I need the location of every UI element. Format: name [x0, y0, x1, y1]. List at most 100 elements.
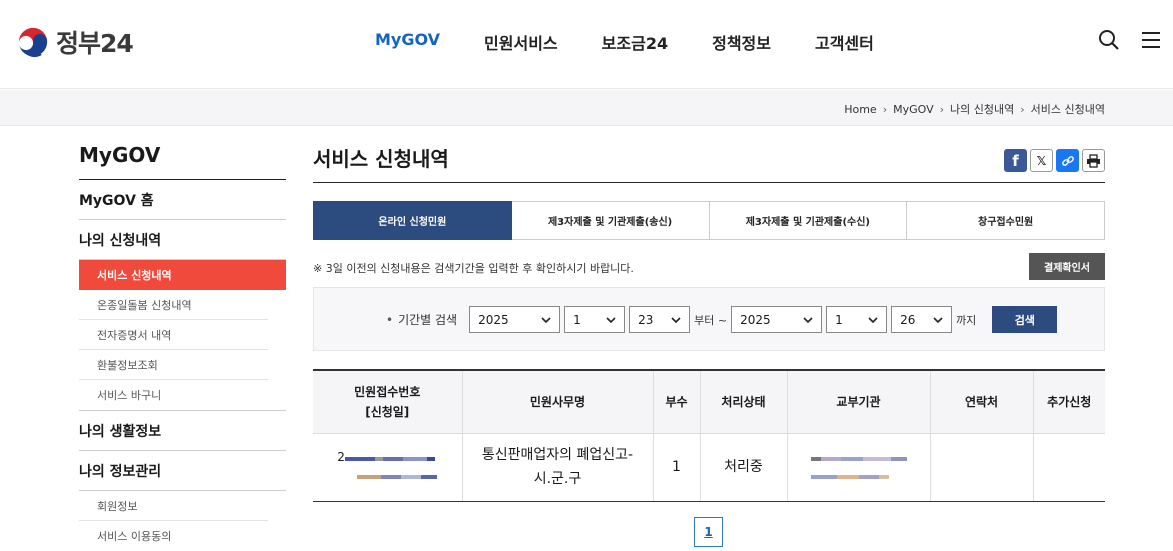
tab-third-party-received[interactable]: 제3자제출 및 기관제출(수신): [709, 201, 908, 240]
col-header-service-name: 민원사무명: [461, 369, 653, 434]
tab-online-applications[interactable]: 온라인 신청민원: [313, 201, 512, 240]
table-header-row: 민원접수번호 [신청일] 민원사무명 부수 처리상태 교부기관 연락처 추가신청: [313, 369, 1105, 434]
sidebar-subitem-service-consent[interactable]: 서비스 이용동의: [79, 521, 268, 551]
tab-bar: 온라인 신청민원 제3자제출 및 기관제출(송신) 제3자제출 및 기관제출(수…: [313, 201, 1105, 240]
chevron-down-icon: [606, 316, 616, 323]
sidebar-subitem-service-basket[interactable]: 서비스 바구니: [79, 380, 268, 410]
sidebar: MyGOV MyGOV 홈 나의 신청내역 서비스 신청내역 온종일돌봄 신청내…: [79, 143, 286, 551]
notice-text: ※ 3일 이전의 신청내용은 검색기간을 입력한 후 확인하시기 바랍니다.: [313, 262, 634, 275]
page-title: 서비스 신청내역: [313, 143, 1105, 183]
link-glyph: [1061, 155, 1074, 166]
chevron-down-icon: [803, 316, 813, 323]
redacted-agency: [810, 448, 907, 484]
breadcrumb: Home › MyGOV › 나의 신청내역 › 서비스 신청내역: [844, 101, 1105, 117]
cell-copies: 1: [652, 433, 700, 502]
from-day-value: 23: [638, 312, 654, 327]
sidebar-item-my-applications[interactable]: 나의 신청내역: [79, 220, 286, 260]
menu-icon[interactable]: [1139, 28, 1163, 52]
sidebar-item-mygov-home[interactable]: MyGOV 홈: [79, 180, 286, 220]
search-icon[interactable]: [1097, 28, 1121, 52]
facebook-icon[interactable]: f: [1004, 149, 1027, 172]
from-suffix: 부터 ~: [694, 313, 728, 327]
col-header-receipt-line1: 민원접수번호: [354, 384, 421, 399]
sidebar-subitem-member-info[interactable]: 회원정보: [79, 491, 268, 521]
nav-mygov[interactable]: MyGOV: [375, 30, 440, 54]
sidebar-subitem-refund-info[interactable]: 환불정보조회: [79, 350, 268, 380]
main-content: 서비스 신청내역 f 𝕏 온라인 신청민원 제3자제출 및 기관제출(송신) 제…: [313, 143, 1105, 547]
tab-third-party-sent[interactable]: 제3자제출 및 기관제출(송신): [511, 201, 710, 240]
chevron-right-icon: ›: [1020, 102, 1025, 116]
breadcrumb-my-applications[interactable]: 나의 신청내역: [950, 101, 1014, 117]
to-month-value: 1: [835, 312, 843, 327]
print-icon[interactable]: [1082, 149, 1105, 172]
sidebar-subitem-e-certificates[interactable]: 전자증명서 내역: [79, 320, 268, 350]
cell-service-name: 통신판매업자의 폐업신고-시.군.구: [461, 433, 653, 502]
col-header-issuing-agency: 교부기관: [786, 369, 930, 434]
global-nav: MyGOV 민원서비스 보조금24 정책정보 고객센터: [375, 30, 918, 54]
header-tools: [1097, 28, 1163, 52]
from-day-select[interactable]: 23: [629, 306, 691, 333]
col-header-contact: 연락처: [929, 369, 1033, 434]
x-icon[interactable]: 𝕏: [1030, 149, 1053, 172]
share-toolbar: f 𝕏: [1004, 149, 1105, 172]
taegeuk-logo-icon: [17, 26, 49, 58]
logo[interactable]: 정부24: [16, 24, 134, 60]
chevron-down-icon: [933, 316, 943, 323]
to-year-select[interactable]: 2025: [731, 306, 823, 333]
from-year-select[interactable]: 2025: [469, 306, 561, 333]
breadcrumb-mygov[interactable]: MyGOV: [893, 103, 934, 116]
breadcrumb-home[interactable]: Home: [844, 103, 876, 116]
redacted-receipt: 2: [337, 448, 438, 484]
sidebar-sublist-info: 회원정보 서비스 이용동의: [79, 491, 286, 551]
sidebar-title: MyGOV: [79, 143, 286, 180]
printer-glyph: [1087, 153, 1100, 168]
chevron-down-icon: [541, 316, 551, 323]
nav-subsidy[interactable]: 보조금24: [602, 30, 668, 54]
cell-additional: [1032, 433, 1105, 502]
nav-civil-service[interactable]: 민원서비스: [484, 30, 558, 54]
col-header-additional: 추가신청: [1032, 369, 1105, 434]
sidebar-subitem-childcare-applications[interactable]: 온종일돌봄 신청내역: [79, 290, 268, 320]
col-header-receipt-line2: [신청일]: [365, 404, 410, 419]
table-row[interactable]: 2 통신판매업자의 폐업신고-시.군.구 1 처리중: [313, 433, 1105, 502]
chevron-right-icon: ›: [939, 102, 945, 116]
cell-receipt-number[interactable]: 2: [313, 433, 462, 502]
col-header-copies: 부수: [652, 369, 700, 434]
sidebar-item-my-info[interactable]: 나의 정보관리: [79, 451, 286, 491]
nav-policy[interactable]: 정책정보: [712, 30, 771, 54]
col-header-receipt-number: 민원접수번호 [신청일]: [313, 369, 462, 434]
breadcrumb-current: 서비스 신청내역: [1030, 103, 1105, 116]
from-month-value: 1: [573, 312, 581, 327]
to-month-select[interactable]: 1: [826, 306, 888, 333]
results-table: 민원접수번호 [신청일] 민원사무명 부수 처리상태 교부기관 연락처 추가신청…: [313, 369, 1105, 502]
cell-contact: [929, 433, 1033, 502]
site-header: 정부24 MyGOV 민원서비스 보조금24 정책정보 고객센터: [0, 0, 1173, 89]
sidebar-item-life-info[interactable]: 나의 생활정보: [79, 411, 286, 451]
payment-certificate-button[interactable]: 결제확인서: [1029, 253, 1105, 280]
to-day-select[interactable]: 26: [891, 306, 953, 333]
nav-customer-center[interactable]: 고객센터: [815, 30, 874, 54]
cell-issuing-agency: [786, 433, 930, 502]
period-search-row: 기간별 검색 2025 1 23 부터 ~ 2025 1: [386, 306, 1058, 333]
chevron-down-icon: [868, 316, 878, 323]
sidebar-subitem-service-applications[interactable]: 서비스 신청내역: [79, 260, 286, 290]
breadcrumb-band: Home › MyGOV › 나의 신청내역 › 서비스 신청내역: [0, 90, 1173, 126]
from-year-value: 2025: [478, 312, 509, 327]
chevron-right-icon: ›: [882, 102, 888, 116]
search-button[interactable]: 검색: [992, 306, 1058, 333]
from-month-select[interactable]: 1: [564, 306, 626, 333]
col-header-status: 처리상태: [699, 369, 787, 434]
cell-status: 처리중: [699, 433, 787, 502]
to-suffix: 까지: [956, 313, 977, 327]
receipt-prefix: 2: [337, 449, 345, 464]
period-search-label: 기간별 검색: [386, 311, 457, 328]
chevron-down-icon: [671, 316, 681, 323]
pagination-page-1[interactable]: 1: [694, 517, 723, 547]
link-icon[interactable]: [1056, 149, 1079, 172]
logo-text: 정부24: [56, 29, 134, 58]
to-day-value: 26: [900, 312, 916, 327]
to-year-value: 2025: [740, 312, 771, 327]
tab-counter-applications[interactable]: 창구접수민원: [907, 201, 1105, 240]
sidebar-sublist-applications: 서비스 신청내역 온종일돌봄 신청내역 전자증명서 내역 환불정보조회 서비스 …: [79, 260, 286, 411]
search-panel: 기간별 검색 2025 1 23 부터 ~ 2025 1: [313, 287, 1105, 351]
